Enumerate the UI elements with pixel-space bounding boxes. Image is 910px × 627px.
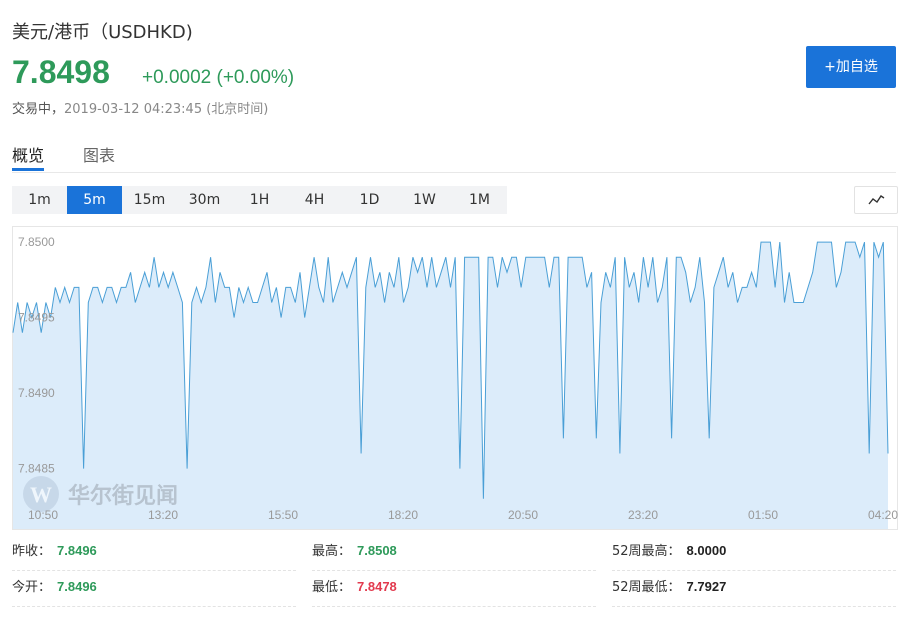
x-tick-label: 13:20 bbox=[148, 508, 178, 522]
interval-4h[interactable]: 4H bbox=[287, 186, 342, 214]
y-tick-label: 7.8490 bbox=[18, 386, 55, 400]
x-tick-label: 20:50 bbox=[508, 508, 538, 522]
stat-value: 7.8496 bbox=[57, 543, 97, 558]
stat-value: 8.0000 bbox=[686, 543, 727, 558]
stat-label: 最低： bbox=[312, 580, 352, 595]
trading-status: 交易中，2019-03-12 04:23:45 (北京时间) bbox=[12, 98, 268, 117]
interval-selector: 1m 5m 15m 30m 1H 4H 1D 1W 1M bbox=[12, 186, 507, 214]
y-tick-label: 7.8495 bbox=[18, 311, 55, 325]
add-to-watchlist-button[interactable]: +加自选 bbox=[806, 46, 896, 88]
x-tick-label: 15:50 bbox=[268, 508, 298, 522]
stat-prev-close: 昨收： 7.8496 bbox=[12, 540, 296, 571]
pair-title: 美元/港币（USDHKD) bbox=[12, 22, 193, 43]
stat-low: 最低： 7.8478 bbox=[312, 576, 596, 607]
y-tick-label: 7.8485 bbox=[18, 462, 55, 476]
current-price: 7.8498 bbox=[12, 54, 110, 90]
interval-15m[interactable]: 15m bbox=[122, 186, 177, 214]
chart-type-toggle-button[interactable] bbox=[854, 186, 898, 214]
svg-text:W: W bbox=[30, 482, 52, 507]
status-label: 交易中， bbox=[12, 102, 65, 117]
interval-1w[interactable]: 1W bbox=[397, 186, 452, 214]
timestamp: 2019-03-12 04:23:45 (北京时间) bbox=[64, 102, 269, 117]
tab-bar: 概览 图表 bbox=[12, 138, 896, 173]
line-chart-icon bbox=[868, 195, 885, 205]
stat-label: 今开： bbox=[12, 580, 52, 595]
stat-open: 今开： 7.8496 bbox=[12, 576, 296, 607]
tab-overview[interactable]: 概览 bbox=[12, 142, 44, 166]
watermark-text: 华尔街见闻 bbox=[68, 483, 178, 509]
x-tick-label: 18:20 bbox=[388, 508, 418, 522]
interval-1mo[interactable]: 1M bbox=[452, 186, 507, 214]
stat-value: 7.8478 bbox=[357, 579, 397, 594]
stat-52w-high: 52周最高： 8.0000 bbox=[612, 540, 896, 571]
tab-chart[interactable]: 图表 bbox=[83, 142, 115, 166]
stat-high: 最高： 7.8508 bbox=[312, 540, 596, 571]
x-tick-label: 01:50 bbox=[748, 508, 778, 522]
x-tick-label: 04:20 bbox=[868, 508, 898, 522]
interval-5m[interactable]: 5m bbox=[67, 186, 122, 214]
stat-52w-low: 52周最低： 7.7927 bbox=[612, 576, 896, 607]
stat-label: 最高： bbox=[312, 544, 352, 559]
y-tick-label: 7.8500 bbox=[18, 235, 55, 249]
stat-label: 52周最高： bbox=[612, 544, 681, 559]
x-tick-label: 23:20 bbox=[628, 508, 658, 522]
stat-label: 52周最低： bbox=[612, 580, 681, 595]
interval-1m[interactable]: 1m bbox=[12, 186, 67, 214]
stat-label: 昨收： bbox=[12, 544, 52, 559]
stat-value: 7.8508 bbox=[357, 543, 397, 558]
interval-1h[interactable]: 1H bbox=[232, 186, 287, 214]
interval-1d[interactable]: 1D bbox=[342, 186, 397, 214]
stat-value: 7.7927 bbox=[686, 579, 727, 594]
x-tick-label: 10:50 bbox=[28, 508, 58, 522]
interval-30m[interactable]: 30m bbox=[177, 186, 232, 214]
price-chart: W 华尔街见闻 7.8500 7.8495 7.8490 7.8485 10:50 13… bbox=[12, 226, 898, 530]
area-chart: W 华尔街见闻 7.8500 7.8495 7.8490 7.8485 10:50 13… bbox=[12, 226, 898, 530]
active-tab-indicator bbox=[12, 168, 44, 171]
stat-value: 7.8496 bbox=[57, 579, 97, 594]
price-change: +0.0002 (+0.00%) bbox=[142, 67, 295, 88]
